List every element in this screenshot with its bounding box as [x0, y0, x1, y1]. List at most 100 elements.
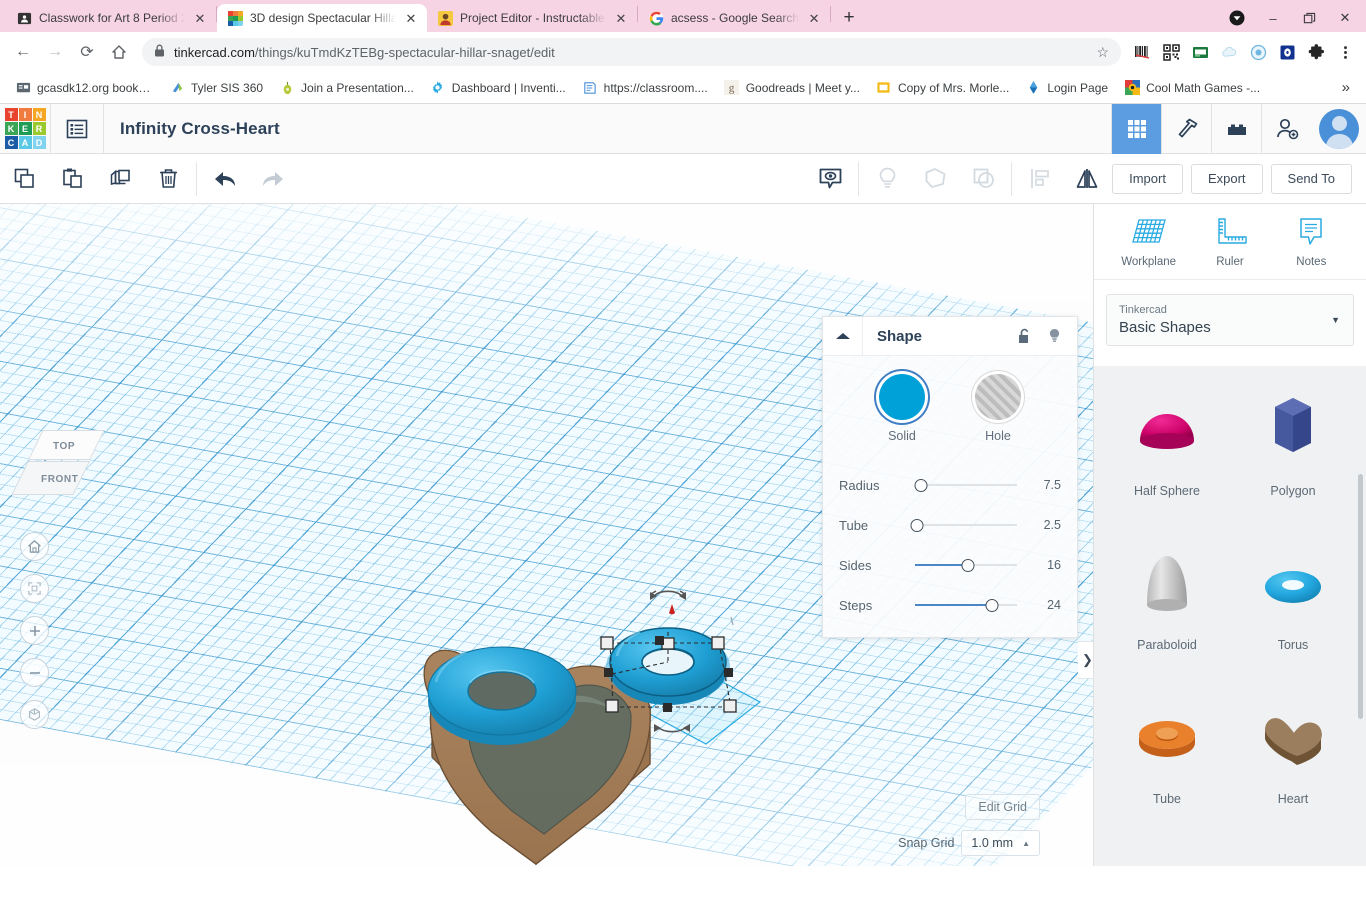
maximize-button[interactable] — [1292, 4, 1326, 32]
bookmark-item[interactable]: gcasdk12.org bookmarks — [8, 77, 160, 99]
ortho-view-icon[interactable] — [20, 700, 49, 729]
copy-icon[interactable] — [0, 154, 48, 204]
slider-knob[interactable] — [985, 598, 998, 612]
design-list-button[interactable] — [51, 104, 103, 154]
undo-icon[interactable] — [201, 154, 249, 204]
blocks-icon[interactable] — [1211, 103, 1261, 154]
sides-slider[interactable] — [915, 558, 1017, 572]
send-to-button[interactable]: Send To — [1270, 163, 1352, 194]
tab-close-icon[interactable]: ✕ — [192, 10, 208, 26]
solid-option[interactable]: Solid — [879, 374, 925, 443]
qr-code-icon[interactable] — [1158, 39, 1184, 65]
radius-slider[interactable] — [914, 478, 1017, 492]
add-person-icon[interactable] — [1261, 103, 1311, 154]
reload-button[interactable]: ⟳ — [72, 37, 102, 67]
fit-view-icon[interactable] — [20, 574, 49, 603]
bookmarks-overflow-button[interactable]: » — [1334, 79, 1358, 96]
shape-library-select[interactable]: Tinkercad Basic Shapes ▼ — [1106, 294, 1354, 346]
bookmark-item[interactable]: g Goodreads | Meet y... — [717, 77, 867, 99]
bookmark-item[interactable]: Cool Math Games -... — [1117, 77, 1267, 99]
chevron-up-icon[interactable] — [823, 316, 863, 356]
tinkercad-logo-icon[interactable]: TIN KER CAD — [0, 104, 50, 154]
sidebar-item-notes[interactable]: Notes — [1274, 216, 1348, 268]
tube-slider[interactable] — [910, 518, 1017, 532]
align-icon[interactable] — [1016, 154, 1064, 204]
slider-value[interactable]: 2.5 — [1027, 518, 1061, 532]
browser-tab-0[interactable]: Classwork for Art 8 Period 2, MP ✕ — [6, 4, 216, 32]
new-tab-button[interactable]: + — [835, 4, 863, 32]
snap-grid-select[interactable]: 1.0 mm ▲ — [961, 830, 1040, 856]
duplicate-icon[interactable] — [96, 154, 144, 204]
browser-tab-3[interactable]: acsess - Google Search ✕ — [638, 4, 830, 32]
slider-knob[interactable] — [914, 478, 928, 492]
mirror-icon[interactable] — [1064, 154, 1112, 204]
shape-item-torus[interactable]: Torus — [1230, 528, 1356, 682]
ungroup-icon[interactable] — [959, 154, 1007, 204]
steps-slider[interactable] — [915, 598, 1017, 612]
hole-option[interactable]: Hole — [975, 374, 1021, 443]
tab-close-icon[interactable]: ✕ — [613, 10, 629, 26]
browser-tab-2[interactable]: Project Editor - Instructables ✕ — [427, 4, 637, 32]
solid-swatch[interactable] — [879, 374, 925, 420]
close-window-button[interactable]: ✕ — [1328, 4, 1362, 32]
puzzle-piece-icon[interactable] — [1303, 39, 1329, 65]
bookmark-item[interactable]: Dashboard | Inventi... — [423, 77, 573, 99]
view-cube[interactable]: TOP FRONT — [11, 430, 105, 506]
sidebar-scrollbar[interactable] — [1358, 474, 1363, 719]
forward-button[interactable]: → — [40, 37, 70, 67]
home-view-icon[interactable] — [20, 532, 49, 561]
hammer-icon[interactable] — [1161, 103, 1211, 154]
edit-grid-button[interactable]: Edit Grid — [965, 794, 1040, 820]
shape-item-tube[interactable]: Tube — [1104, 682, 1230, 836]
export-button[interactable]: Export — [1190, 163, 1263, 194]
kebab-menu-icon[interactable] — [1332, 39, 1358, 65]
shape-item-star-yellow[interactable] — [1230, 836, 1356, 866]
minimize-button[interactable]: – — [1256, 4, 1290, 32]
bookmark-item[interactable]: Login Page — [1018, 77, 1115, 99]
slider-value[interactable]: 7.5 — [1027, 478, 1061, 492]
tab-close-icon[interactable]: ✕ — [403, 10, 419, 26]
unlock-icon[interactable] — [1009, 317, 1039, 356]
tab-close-icon[interactable]: ✕ — [806, 10, 822, 26]
slider-knob[interactable] — [910, 518, 924, 532]
slider-knob[interactable] — [961, 558, 975, 572]
barcode-scanner-icon[interactable] — [1129, 39, 1155, 65]
green-reader-icon[interactable] — [1187, 39, 1213, 65]
sidebar-item-workplane[interactable]: Workplane — [1112, 216, 1186, 268]
paste-icon[interactable] — [48, 154, 96, 204]
cloud-icon[interactable] — [1216, 39, 1242, 65]
show-hide-icon[interactable] — [806, 154, 854, 204]
circle-target-icon[interactable] — [1245, 39, 1271, 65]
import-button[interactable]: Import — [1112, 163, 1183, 194]
sidebar-item-ruler[interactable]: Ruler — [1193, 216, 1267, 268]
shape-item-star-blue[interactable] — [1104, 836, 1230, 866]
bookmark-item[interactable]: https://classroom.... — [575, 77, 715, 99]
delete-icon[interactable] — [144, 154, 192, 204]
slider-value[interactable]: 24 — [1027, 598, 1061, 612]
blue-diamond-icon[interactable] — [1274, 39, 1300, 65]
group-icon[interactable] — [911, 154, 959, 204]
profile-badge-icon[interactable] — [1220, 4, 1254, 32]
address-bar[interactable]: tinkercad.com/things/kuTmdKzTEBg-spectac… — [142, 38, 1121, 66]
redo-icon[interactable] — [249, 154, 297, 204]
bookmark-star-icon[interactable]: ☆ — [1096, 44, 1109, 61]
back-button[interactable]: ← — [8, 37, 38, 67]
bookmark-item[interactable]: Tyler SIS 360 — [162, 77, 270, 99]
lightbulb-icon[interactable] — [1039, 317, 1069, 356]
slider-value[interactable]: 16 — [1027, 558, 1061, 572]
grid-apps-icon[interactable] — [1111, 103, 1161, 154]
page-title[interactable]: Infinity Cross-Heart — [104, 119, 280, 139]
shape-item-polygon[interactable]: Polygon — [1230, 374, 1356, 528]
shape-item-paraboloid[interactable]: Paraboloid — [1104, 528, 1230, 682]
avatar[interactable] — [1319, 108, 1359, 149]
browser-tab-1[interactable]: 3D design Spectacular Hillar-Sna ✕ — [217, 4, 427, 32]
shape-item-half-sphere[interactable]: Half Sphere — [1104, 374, 1230, 528]
zoom-out-icon[interactable] — [20, 658, 49, 687]
bookmark-item[interactable]: Copy of Mrs. Morle... — [869, 77, 1016, 99]
lightbulb-icon[interactable] — [863, 154, 911, 204]
hole-swatch[interactable] — [975, 374, 1021, 420]
bookmark-item[interactable]: Join a Presentation... — [272, 77, 421, 99]
shape-item-heart[interactable]: Heart — [1230, 682, 1356, 836]
zoom-in-icon[interactable] — [20, 616, 49, 645]
home-button[interactable] — [104, 37, 134, 67]
